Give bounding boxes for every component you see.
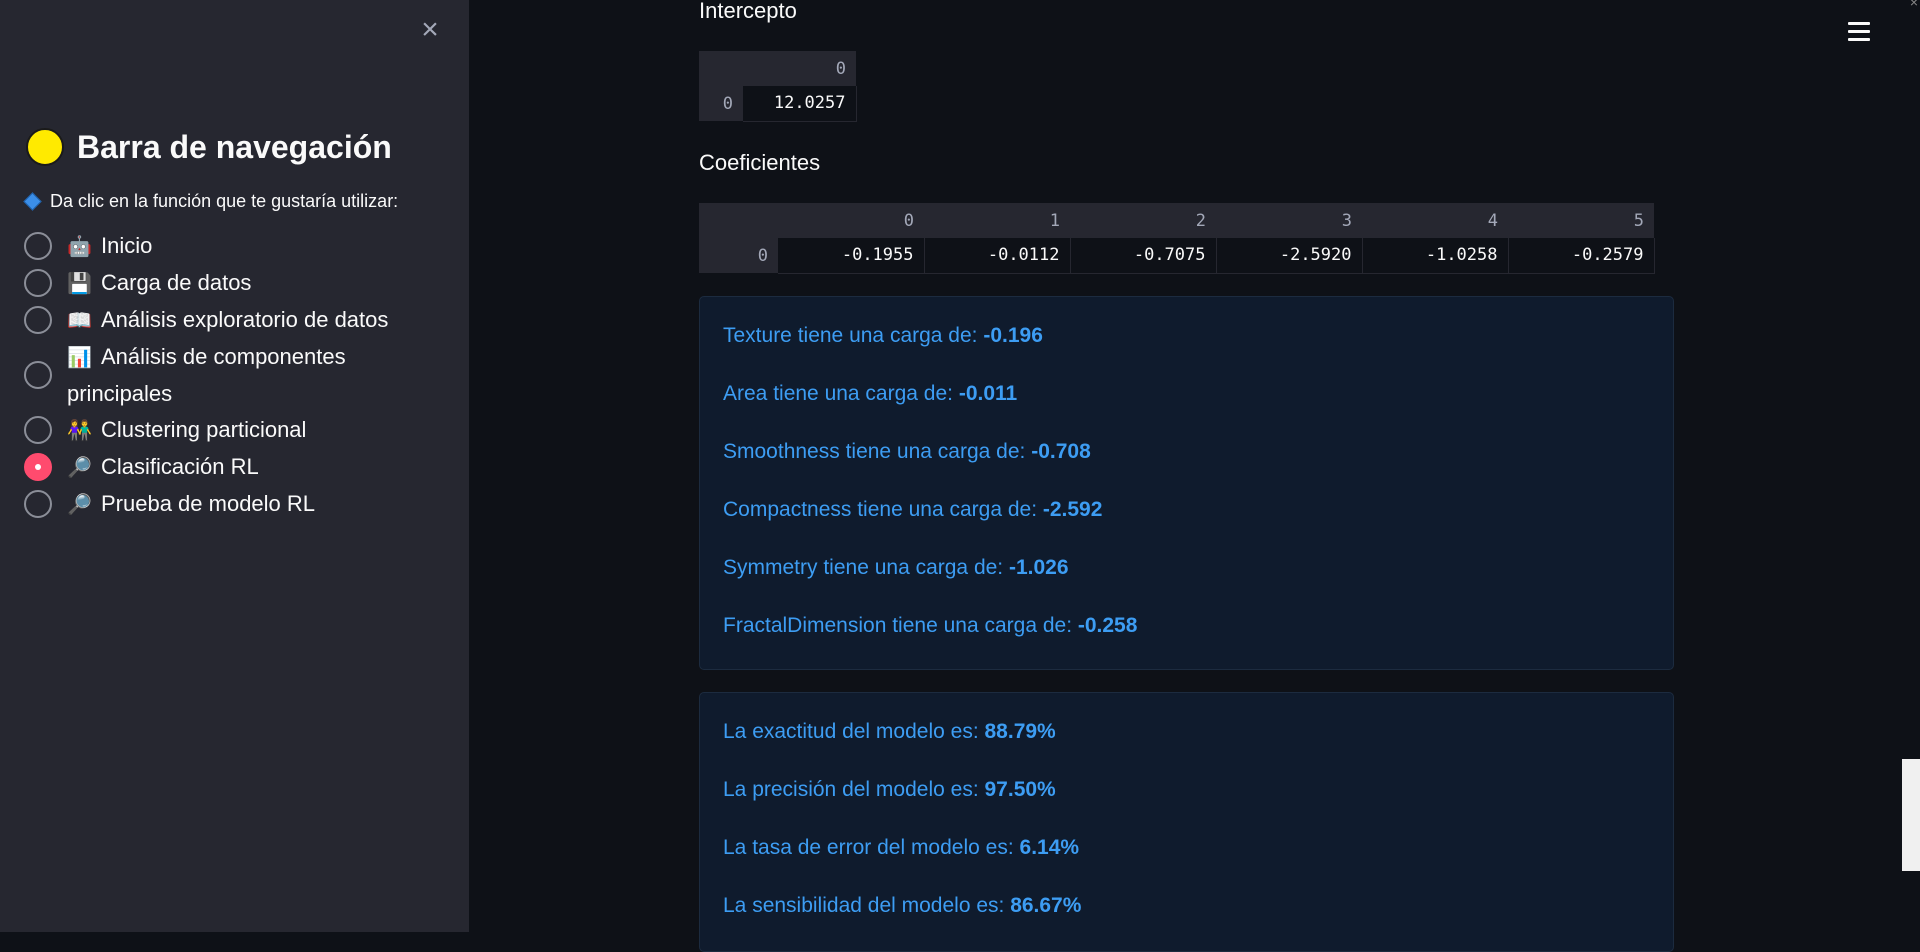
radio-label: Prueba de modelo RL — [101, 491, 316, 516]
table-cell: 12.0257 — [743, 86, 857, 122]
row-index: 0 — [699, 86, 743, 121]
table-corner — [699, 203, 778, 238]
sidebar: × Barra de navegación Da clic en la func… — [0, 0, 469, 932]
floppy-disk-icon: 💾 — [67, 273, 92, 295]
close-sidebar-button[interactable]: × — [416, 13, 444, 46]
magnifier-icon: 🔎 — [67, 494, 92, 516]
people-icon: 👫 — [67, 420, 92, 442]
table-cell: -0.2579 — [1508, 238, 1655, 274]
radio-label: Análisis de componentes principales — [67, 344, 346, 406]
row-index: 0 — [699, 238, 778, 273]
radio-carga-de-datos[interactable]: 💾 Carga de datos — [24, 265, 444, 302]
table-cell: -0.1955 — [778, 238, 925, 274]
column-header: 0 — [778, 203, 924, 238]
table-cell: -0.0112 — [924, 238, 1071, 274]
close-icon: × — [421, 13, 439, 46]
metric-line-sensitivity: La sensibilidad del modelo es: 86.67% — [723, 894, 1082, 917]
sidebar-prompt: Da clic en la función que te gustaría ut… — [23, 191, 399, 212]
radio-button[interactable] — [24, 490, 52, 518]
blue-diamond-icon — [23, 192, 42, 211]
scrollbar-thumb[interactable] — [1902, 759, 1920, 871]
metric-line-precision: La precisión del modelo es: 97.50% — [723, 778, 1056, 801]
radio-prueba-modelo-rl[interactable]: 🔎 Prueba de modelo RL — [24, 486, 444, 523]
corner-close-icon: × — [1909, 0, 1918, 10]
hamburger-menu-icon[interactable] — [1848, 22, 1870, 42]
radio-button-selected[interactable] — [24, 453, 52, 481]
radio-label: Clasificación RL — [101, 454, 259, 479]
radio-label: Análisis exploratorio de datos — [101, 307, 389, 332]
table-row: 0 12.0257 — [699, 86, 857, 122]
open-book-icon: 📖 — [67, 310, 92, 332]
radio-analisis-exploratorio[interactable]: 📖 Análisis exploratorio de datos — [24, 302, 444, 339]
coefficients-heading: Coeficientes — [699, 150, 821, 175]
metrics-info-box: La exactitud del modelo es: 88.79% La pr… — [699, 692, 1674, 952]
table-row: 0 -0.1955 -0.0112 -0.7075 -2.5920 -1.025… — [699, 238, 1655, 274]
column-header: 0 — [743, 51, 856, 86]
sidebar-title: Barra de navegación — [26, 128, 392, 166]
radio-button[interactable] — [24, 361, 52, 389]
radio-clasificacion-rl[interactable]: 🔎 Clasificación RL — [24, 449, 444, 486]
loadings-info-box: Texture tiene una carga de: -0.196 Area … — [699, 296, 1674, 670]
navigation-radio-group: 🤖 Inicio 💾 Carga de datos 📖 Análisis explor… — [24, 228, 444, 523]
column-header: 3 — [1216, 203, 1362, 238]
radio-label: Clustering particional — [101, 417, 307, 442]
radio-label: Inicio — [101, 233, 153, 258]
radio-label: Carga de datos — [101, 270, 252, 295]
column-header: 5 — [1508, 203, 1654, 238]
radio-button[interactable] — [24, 306, 52, 334]
robot-icon: 🤖 — [67, 236, 92, 258]
loading-line-compactness: Compactness tiene una carga de: -2.592 — [723, 498, 1103, 521]
yellow-circle-icon — [26, 128, 64, 166]
column-header: 1 — [924, 203, 1070, 238]
loading-line-smoothness: Smoothness tiene una carga de: -0.708 — [723, 440, 1091, 463]
loading-line-texture: Texture tiene una carga de: -0.196 — [723, 324, 1043, 347]
sidebar-title-text: Barra de navegación — [77, 128, 392, 165]
metric-line-error-rate: La tasa de error del modelo es: 6.14% — [723, 836, 1080, 859]
table-cell: -2.5920 — [1216, 238, 1363, 274]
loading-line-symmetry: Symmetry tiene una carga de: -1.026 — [723, 556, 1069, 579]
scrollbar[interactable]: × — [1902, 0, 1920, 932]
radio-inicio[interactable]: 🤖 Inicio — [24, 228, 444, 265]
table-corner — [699, 51, 743, 86]
radio-clustering-particional[interactable]: 👫 Clustering particional — [24, 412, 444, 449]
coefficients-table: 0 1 2 3 4 5 0 -0.1955 -0.0112 -0.7075 -2… — [699, 203, 1655, 274]
bar-chart-icon: 📊 — [67, 347, 92, 369]
radio-button[interactable] — [24, 416, 52, 444]
table-cell: -0.7075 — [1070, 238, 1217, 274]
magnifier-icon: 🔎 — [67, 457, 92, 479]
main-content: × Intercepto 0 0 12.0257 Coeficientes 0 … — [469, 0, 1920, 952]
radio-analisis-componentes[interactable]: 📊 Análisis de componentes principales — [24, 339, 444, 412]
sidebar-prompt-text: Da clic en la función que te gustaría ut… — [50, 191, 399, 211]
radio-button[interactable] — [24, 232, 52, 260]
radio-button[interactable] — [24, 269, 52, 297]
loading-line-area: Area tiene una carga de: -0.011 — [723, 382, 1018, 405]
column-header: 2 — [1070, 203, 1216, 238]
intercept-table: 0 0 12.0257 — [699, 51, 857, 122]
column-header: 4 — [1362, 203, 1508, 238]
intercept-heading: Intercepto — [699, 0, 797, 23]
loading-line-fractaldimension: FractalDimension tiene una carga de: -0.… — [723, 614, 1138, 637]
metric-line-accuracy: La exactitud del modelo es: 88.79% — [723, 720, 1056, 743]
table-cell: -1.0258 — [1362, 238, 1509, 274]
